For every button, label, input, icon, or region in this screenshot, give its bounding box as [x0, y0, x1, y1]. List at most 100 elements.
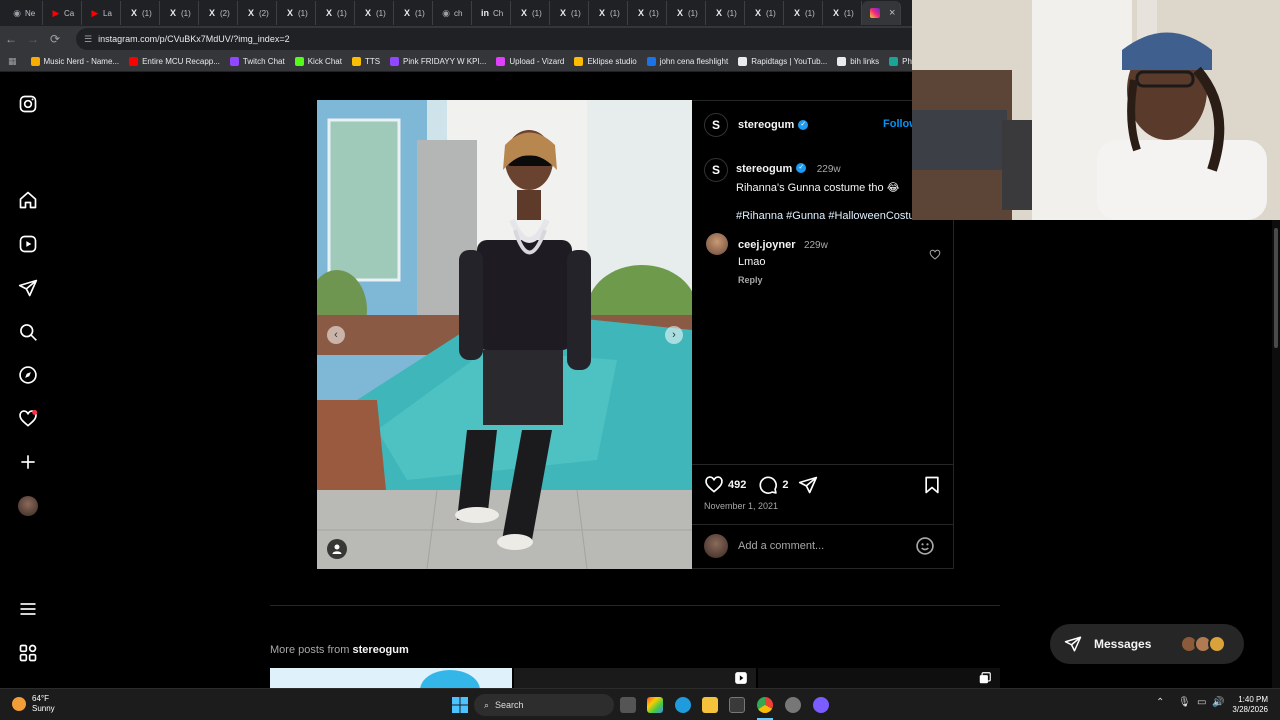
more-post-thumbnail[interactable]	[270, 668, 512, 688]
bookmark-favicon-icon	[646, 57, 656, 66]
bookmark-item[interactable]: john cena fleshlight	[646, 57, 728, 66]
share-icon[interactable]	[798, 475, 818, 495]
bookmark-item[interactable]: Twitch Chat	[229, 57, 285, 66]
comment-username[interactable]: ceej.joyner	[738, 239, 795, 251]
task-view-icon[interactable]	[620, 697, 636, 713]
more-posts-user[interactable]: stereogum	[353, 644, 409, 656]
caption-username[interactable]: stereogum	[736, 163, 792, 175]
direct-messages-icon[interactable]	[18, 278, 38, 298]
explore-icon[interactable]	[18, 365, 38, 385]
file-explorer-icon[interactable]	[702, 697, 718, 713]
browser-tab[interactable]: X (1)	[316, 1, 355, 25]
more-post-thumbnail[interactable]	[514, 668, 756, 688]
scrollbar-thumb[interactable]	[1274, 228, 1278, 348]
browser-tab[interactable]: X (1)	[823, 1, 862, 25]
back-button[interactable]: ←	[0, 28, 22, 50]
browser-tab[interactable]: X (1)	[784, 1, 823, 25]
windows-start-icon[interactable]	[452, 697, 468, 713]
microphone-icon[interactable]: 🎙	[1178, 697, 1191, 708]
browser-tab[interactable]: X (1)	[706, 1, 745, 25]
profile-avatar[interactable]	[18, 496, 38, 516]
bookmark-item[interactable]: Pink FRIDAYY W KPI...	[390, 57, 486, 66]
comment-icon[interactable]	[758, 475, 778, 495]
weather-widget[interactable]: 64°F Sunny	[32, 694, 55, 714]
browser-tab[interactable]: X (1)	[745, 1, 784, 25]
bookmark-item[interactable]: Upload - Vizard	[496, 57, 564, 66]
obs-icon[interactable]	[785, 697, 801, 713]
author-avatar[interactable]: S	[704, 113, 728, 137]
browser-tab[interactable]: X (1)	[511, 1, 550, 25]
browser-tab[interactable]: X (1)	[160, 1, 199, 25]
display-icon[interactable]: ▭	[1197, 697, 1206, 708]
browser-tab[interactable]: X (2)	[238, 1, 277, 25]
forward-button[interactable]: →	[22, 28, 44, 50]
caption-avatar[interactable]: S	[704, 158, 728, 182]
instagram-logo-icon[interactable]	[18, 94, 38, 114]
more-menu-icon[interactable]	[18, 599, 38, 619]
discord-icon[interactable]	[813, 697, 829, 713]
browser-tab-active-instagram[interactable]: ×	[862, 1, 901, 25]
tagged-users-button[interactable]	[327, 539, 347, 559]
bookmark-item[interactable]: bih links	[837, 57, 879, 66]
x-icon: X	[130, 8, 137, 18]
post-image[interactable]: ‹ ›	[317, 100, 692, 569]
browser-tab[interactable]: X (1)	[667, 1, 706, 25]
emoji-icon[interactable]	[915, 536, 935, 556]
browser-tab[interactable]: X (1)	[394, 1, 433, 25]
create-icon[interactable]	[18, 452, 38, 472]
chrome-taskbar-icon[interactable]	[757, 697, 773, 713]
edge-icon[interactable]	[675, 697, 691, 713]
commenter-avatar[interactable]	[706, 233, 728, 255]
bookmark-item[interactable]: Eklipse studio	[574, 57, 637, 66]
bookmark-item[interactable]: Entire MCU Recapp...	[129, 57, 220, 66]
like-heart-icon[interactable]	[704, 475, 724, 495]
messages-button[interactable]: Messages	[1050, 624, 1244, 664]
previous-image-button[interactable]: ‹	[327, 326, 345, 344]
notifications-heart-icon[interactable]	[18, 409, 38, 429]
browser-tab[interactable]: X (1)	[628, 1, 667, 25]
address-bar[interactable]: ☰ instagram.com/p/CVuBKx7MdUV/?img_index…	[76, 28, 912, 50]
reload-button[interactable]: ⟳	[44, 28, 66, 50]
more-post-thumbnail[interactable]	[758, 668, 1000, 688]
browser-tab[interactable]: ▶ Ca	[43, 1, 82, 25]
author-username[interactable]: stereogum	[738, 119, 794, 131]
next-image-button[interactable]: ›	[665, 326, 683, 344]
home-icon[interactable]	[18, 190, 38, 210]
reply-button[interactable]: Reply	[738, 275, 828, 285]
bookmark-item[interactable]: Rapidtags | YouTub...	[738, 57, 827, 66]
bookmark-item[interactable]: TTS	[351, 57, 380, 66]
bookmark-favicon-icon	[574, 57, 584, 66]
clock[interactable]: 1:40 PM 3/28/2026	[1232, 695, 1268, 715]
apps-icon[interactable]: ▦	[8, 56, 17, 67]
like-comment-heart-icon[interactable]	[929, 249, 941, 261]
browser-tab[interactable]: ◉ ch	[433, 1, 472, 25]
page-scrollbar[interactable]	[1272, 220, 1280, 688]
browser-tab[interactable]: X (2)	[199, 1, 238, 25]
store-icon[interactable]	[729, 697, 745, 713]
browser-tab[interactable]: X (1)	[355, 1, 394, 25]
tab-close-icon[interactable]: ×	[889, 7, 895, 19]
tray-chevron-icon[interactable]: ⌃	[1156, 697, 1164, 708]
browser-tab[interactable]: X (1)	[589, 1, 628, 25]
browser-tab[interactable]: X (1)	[550, 1, 589, 25]
like-count[interactable]: 492	[728, 479, 746, 491]
bookmark-item[interactable]: Music Nerd - Name...	[30, 57, 119, 66]
save-bookmark-icon[interactable]	[922, 475, 942, 495]
add-comment-input[interactable]: Add a comment...	[738, 540, 824, 552]
browser-tab[interactable]: X (1)	[121, 1, 160, 25]
site-info-icon[interactable]: ☰	[84, 34, 92, 45]
volume-icon[interactable]: 🔊	[1212, 697, 1224, 708]
browser-tab[interactable]: ▶ La	[82, 1, 121, 25]
bookmark-item[interactable]: Photopea	[889, 57, 912, 66]
taskbar-search-box[interactable]: ⌕ Search	[474, 694, 614, 716]
reels-icon[interactable]	[18, 234, 38, 254]
x-icon: X	[832, 8, 839, 18]
browser-tab[interactable]: ◉ Ne	[4, 1, 43, 25]
threads-apps-icon[interactable]	[18, 643, 38, 663]
browser-tab[interactable]: in Ch	[472, 1, 511, 25]
weather-sun-icon	[12, 697, 26, 711]
browser-tab[interactable]: X (1)	[277, 1, 316, 25]
search-icon[interactable]	[18, 322, 38, 342]
copilot-icon[interactable]	[647, 697, 663, 713]
bookmark-item[interactable]: Kick Chat	[294, 57, 342, 66]
